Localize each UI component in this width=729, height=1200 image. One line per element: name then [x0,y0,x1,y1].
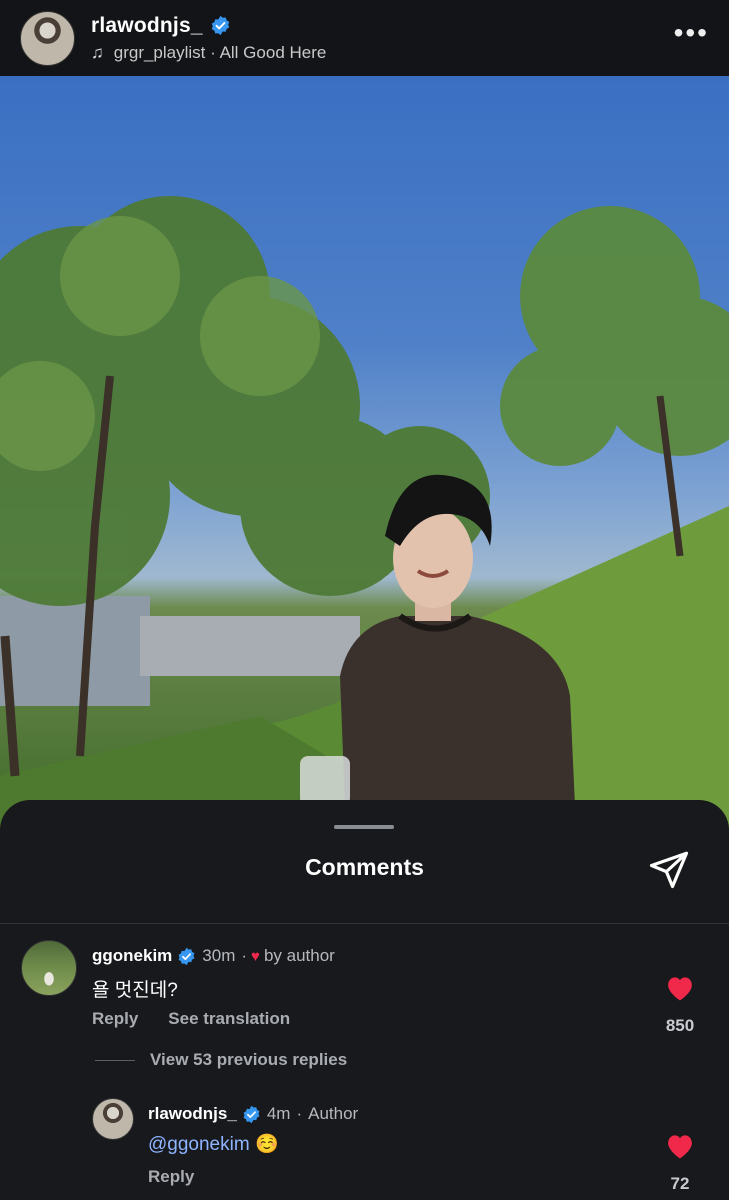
sheet-divider [0,923,729,924]
username-row[interactable]: rlawodnjs_ [91,14,326,38]
separator-dot: · [296,1104,303,1123]
share-icon[interactable] [648,848,690,890]
reply-avatar[interactable] [92,1098,134,1140]
verified-badge-icon [243,1105,260,1123]
more-options-icon[interactable]: ••• [674,19,709,57]
mention-link[interactable]: @ggonekim [148,1134,250,1155]
post-header: rlawodnjs_ ♫ grgr_playlist · All Good He… [0,0,729,76]
music-note-icon: ♫ [91,42,104,62]
comment-time: 30m [202,946,236,965]
comment-header: ggonekim 30m · ♥ by author [92,946,335,966]
sheet-title: Comments [305,854,424,880]
comment-actions: Reply See translation [92,1009,320,1029]
reply-header: rlawodnjs_ 4m · Author [148,1104,358,1124]
emoji: ☺️ [254,1134,279,1155]
reply-button[interactable]: Reply [92,1009,138,1029]
thread-line [95,1059,135,1061]
reply-actions: Reply [148,1167,224,1187]
heart-icon: ♥ [251,947,260,965]
see-translation-button[interactable]: See translation [168,1009,290,1029]
view-replies-label[interactable]: View 53 previous replies [150,1050,347,1070]
drag-handle[interactable] [334,825,394,829]
comment-text: 욜 멋진데? [92,980,178,1001]
reply-button[interactable]: Reply [148,1167,194,1187]
verified-badge-icon [211,15,229,36]
post-photo[interactable] [0,76,729,836]
music-row[interactable]: ♫ grgr_playlist · All Good Here [91,43,326,63]
header-text: rlawodnjs_ ♫ grgr_playlist · All Good He… [91,14,326,63]
like-count: 72 [670,1174,690,1193]
reply-text: @ggonekim ☺️ [148,1132,279,1156]
verified-badge-icon [178,947,195,965]
music-label[interactable]: grgr_playlist · All Good Here [114,43,327,63]
comment-avatar[interactable] [21,940,77,996]
photo-scene [0,196,729,836]
separator-dot: · [241,946,248,965]
liked-by-author-label: by author [263,946,335,965]
like-heart-icon[interactable] [665,1132,695,1160]
view-previous-replies-button[interactable]: View 53 previous replies [95,1050,347,1070]
profile-avatar[interactable] [20,10,75,66]
like-heart-icon[interactable] [665,974,695,1002]
like-count: 850 [665,1016,695,1035]
author-badge: Author [308,1104,359,1123]
comments-sheet: Comments ggonekim 30m · ♥ by author 욜 멋진… [0,800,729,1200]
username[interactable]: rlawodnjs_ [91,14,203,38]
comment-username[interactable]: ggonekim [92,946,172,966]
reply-time: 4m [266,1104,291,1123]
reply-username[interactable]: rlawodnjs_ [148,1104,237,1124]
